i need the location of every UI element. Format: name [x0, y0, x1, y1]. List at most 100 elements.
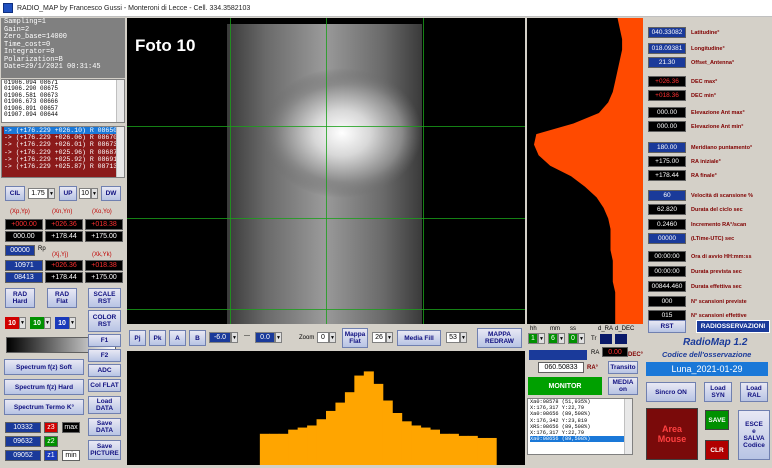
param-value[interactable]: 180.00 — [648, 142, 686, 153]
zoom-spinner[interactable]: 0 ▼ — [317, 332, 336, 343]
list-item[interactable]: 01907.094 08644 — [4, 111, 124, 118]
offset-value[interactable]: -6.0 — [209, 332, 231, 343]
param-value[interactable]: +178.44 — [648, 170, 686, 181]
save-picture-button[interactable]: Save PICTURE — [88, 440, 121, 460]
scale-rst-button[interactable]: SCALE RST — [88, 288, 121, 308]
pk-button[interactable]: Pk — [149, 330, 166, 346]
color-blue-value[interactable]: 10 — [55, 317, 69, 329]
param-value[interactable]: 040.33082 — [648, 27, 686, 38]
chevron-down-icon[interactable]: ▼ — [231, 332, 238, 343]
list-item[interactable]: Xa0:08656 (89,508%) — [530, 436, 632, 443]
hh-value[interactable]: 1 — [528, 333, 538, 344]
mappa-redraw-button[interactable]: MAPPA REDRAW — [477, 328, 522, 348]
ss-spinner[interactable]: 0 ▼ — [568, 333, 585, 344]
spectrum-soft-button[interactable]: Spectrum f(z) Soft — [4, 359, 84, 375]
ss-value[interactable]: 0 — [568, 333, 578, 344]
up-button[interactable]: UP — [59, 186, 77, 201]
param-value[interactable]: 00000 — [648, 233, 686, 244]
f1-button[interactable]: F1 — [88, 334, 121, 347]
spectrum-termo-button[interactable]: Spectrum Termo K° — [4, 399, 84, 415]
media-fill-button[interactable]: Media Fill — [397, 330, 441, 346]
cil-value[interactable]: 1.75 — [28, 188, 48, 199]
samples-list[interactable]: 01906.094 08671 01906.290 08675 01906.58… — [1, 79, 125, 123]
range-value[interactable]: 0.0 — [255, 332, 275, 343]
col-flat-button[interactable]: Col FLAT — [88, 379, 121, 392]
load-ral-button[interactable]: Load RAL — [740, 382, 768, 402]
message-scrollbar[interactable] — [624, 399, 632, 454]
chevron-down-icon[interactable]: ▼ — [48, 188, 55, 199]
list-item[interactable]: -> (+176.229 +025.87) R 08713 — [4, 163, 124, 170]
chevron-down-icon[interactable]: ▼ — [329, 332, 336, 343]
b-button[interactable]: B — [189, 330, 206, 346]
area-mouse-button[interactable]: Area Mouse — [646, 408, 698, 460]
chevron-down-icon[interactable]: ▼ — [386, 332, 393, 343]
list-item[interactable]: -> (+176.229 +025.92) R 08691 — [4, 156, 124, 163]
observation-code-field[interactable]: Luna_2021-01-29 — [646, 362, 768, 376]
chevron-down-icon[interactable]: ▼ — [538, 333, 545, 344]
adc-button[interactable]: ADC — [88, 364, 121, 377]
color-blue-selector[interactable]: 10 ▼ — [55, 317, 76, 329]
list-item[interactable]: -> (+176.229 +026.01) R 08673 — [4, 141, 124, 148]
param-value[interactable]: +018.36 — [648, 90, 686, 101]
save-button[interactable]: SAVE — [705, 410, 729, 430]
range-spinner[interactable]: 0.0 ▼ — [255, 332, 282, 343]
param-value[interactable]: +026.36 — [648, 76, 686, 87]
param-value[interactable]: 60 — [648, 190, 686, 201]
chevron-down-icon[interactable]: ▼ — [558, 333, 565, 344]
rad-flat-button[interactable]: RAD Flat — [47, 288, 77, 308]
param-value[interactable]: 0.2460 — [648, 219, 686, 230]
mm-value[interactable]: 6 — [548, 333, 558, 344]
clr-button[interactable]: CLR — [705, 440, 729, 460]
color-rst-button[interactable]: COLOR RST — [88, 310, 121, 332]
chevron-down-icon[interactable]: ▼ — [578, 333, 585, 344]
samples-scrollbar[interactable] — [116, 80, 124, 122]
color-red-value[interactable]: 10 — [5, 317, 19, 329]
chevron-down-icon[interactable]: ▼ — [69, 317, 76, 329]
rst-button[interactable]: RST — [648, 320, 686, 333]
message-list[interactable]: Xa0:08578 (51,935%) X:176,317 Y:22,79 Xa… — [527, 398, 633, 455]
chevron-down-icon[interactable]: ▼ — [91, 188, 98, 199]
chevron-down-icon[interactable]: ▼ — [275, 332, 282, 343]
positions-list[interactable]: -> (+176.229 +026.10) R 08650 -> (+176.2… — [1, 126, 125, 178]
zoom-value[interactable]: 0 — [317, 332, 329, 343]
cil-spinner[interactable]: 1.75 ▼ — [28, 188, 55, 199]
list-item[interactable]: -> (+176.229 +026.10) R 08650 — [4, 127, 124, 135]
num1-spinner[interactable]: 26 ▼ — [372, 332, 393, 343]
list-item[interactable]: -> (+176.229 +025.96) R 08687 — [4, 149, 124, 156]
save-data-button[interactable]: Save DATA — [88, 418, 121, 436]
param-value[interactable]: +175.00 — [648, 156, 686, 167]
up-value[interactable]: 10 — [79, 188, 91, 199]
spectrum-hard-button[interactable]: Spectrum f(z) Hard — [4, 379, 84, 395]
chevron-down-icon[interactable]: ▼ — [460, 332, 467, 343]
positions-scrollbar[interactable] — [116, 127, 124, 177]
color-red-selector[interactable]: 10 ▼ — [5, 317, 26, 329]
param-value[interactable]: 000.00 — [648, 121, 686, 132]
a-button[interactable]: A — [169, 330, 186, 346]
num1-value[interactable]: 26 — [372, 332, 386, 343]
offset-spinner[interactable]: -6.0 ▼ — [209, 332, 238, 343]
param-value[interactable]: 00:00:00 — [648, 266, 686, 277]
num2-value[interactable]: 53 — [446, 332, 460, 343]
hh-spinner[interactable]: 1 ▼ — [528, 333, 545, 344]
radio-map-image[interactable]: Foto 10 — [127, 18, 525, 324]
param-value[interactable]: 000.00 — [648, 107, 686, 118]
param-value[interactable]: 21.30 — [648, 57, 686, 68]
color-green-selector[interactable]: 10 ▼ — [30, 317, 51, 329]
pj-button[interactable]: Pj — [129, 330, 146, 346]
param-value[interactable]: 62.820 — [648, 204, 686, 215]
dw-button[interactable]: DW — [101, 186, 121, 201]
rad-hard-button[interactable]: RAD Hard — [5, 288, 35, 308]
cil-button[interactable]: CIL — [5, 186, 25, 201]
f2-button[interactable]: F2 — [88, 349, 121, 362]
param-value[interactable]: 018.09381 — [648, 43, 686, 54]
param-value[interactable]: 00844.460 — [648, 281, 686, 292]
load-syn-button[interactable]: Load SYN — [704, 382, 732, 402]
num2-spinner[interactable]: 53 ▼ — [446, 332, 467, 343]
transito-button[interactable]: Transito — [608, 361, 638, 374]
list-item[interactable]: -> (+176.229 +026.06) R 08670 — [4, 134, 124, 141]
esce-salva-button[interactable]: ESCE e SALVA Codice — [738, 410, 770, 460]
media-button[interactable]: MEDIA on — [608, 377, 638, 395]
sincro-button[interactable]: Sincro ON — [646, 382, 696, 402]
param-value[interactable]: 000 — [648, 296, 686, 307]
mm-spinner[interactable]: 6 ▼ — [548, 333, 565, 344]
